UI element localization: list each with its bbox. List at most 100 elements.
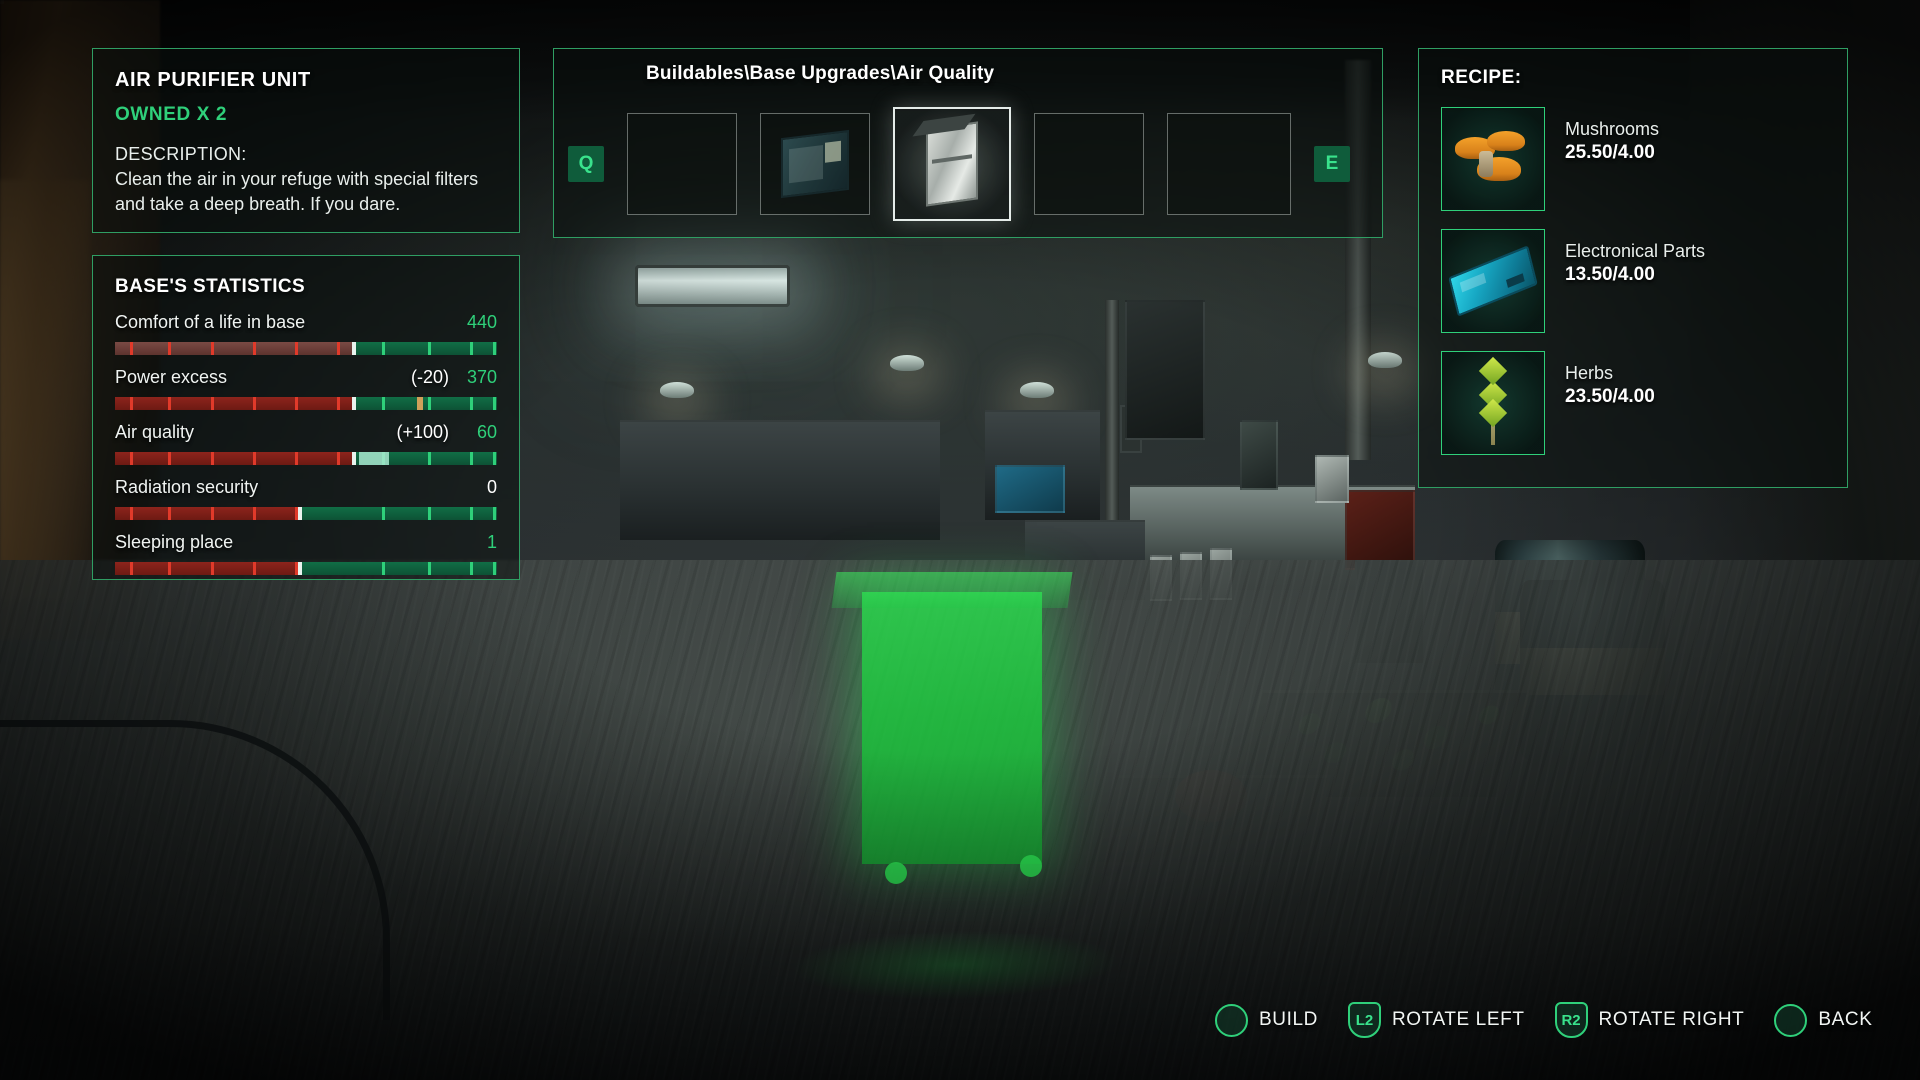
- stat-values: (-20) 370: [411, 367, 497, 388]
- stat-bar-notch: [130, 342, 134, 355]
- stat-value: 370: [466, 367, 497, 387]
- control-hint-label: ROTATE LEFT: [1391, 1009, 1525, 1030]
- recipe-item-amount: 13.50/4.00: [1565, 264, 1655, 285]
- round-button-icon[interactable]: [1774, 1003, 1808, 1037]
- recipe-item-name: Mushrooms: [1565, 119, 1660, 139]
- stat-bar-notch: [210, 562, 214, 575]
- stat-bar-notch: [130, 452, 134, 465]
- stat-bar-notch: [294, 452, 298, 465]
- stat-bar-notch: [130, 562, 134, 575]
- stat-bar-red: [115, 562, 299, 575]
- recipe-item-thumbnail: [1441, 351, 1545, 455]
- stat-bar-notch: [493, 342, 497, 355]
- stat-bar-notch: [428, 562, 432, 575]
- stat-value: 0: [486, 477, 497, 497]
- slot-air-filter-box[interactable]: [760, 113, 870, 215]
- base-statistics-title: BASE'S STATISTICS: [115, 276, 306, 297]
- stat-bar-notch: [470, 342, 474, 355]
- stat-bar-notch: [130, 397, 134, 410]
- stat-row: Sleeping place 1: [115, 532, 497, 575]
- control-hint-label: ROTATE RIGHT: [1598, 1009, 1745, 1030]
- stat-label: Comfort of a life in base: [115, 312, 306, 332]
- stat-row: Radiation security 0: [115, 477, 497, 520]
- stat-bar: [115, 507, 497, 520]
- stat-bar-notch: [252, 397, 256, 410]
- prev-category-key[interactable]: Q: [568, 146, 604, 182]
- stat-bar-current-marker: [351, 452, 356, 465]
- stat-bar-notch: [168, 342, 172, 355]
- buildables-slots: [627, 107, 1291, 221]
- recipe-item: Herbs 23.50/4.00: [1441, 351, 1825, 455]
- stat-bar-green: [298, 507, 497, 520]
- stat-value: 440: [466, 312, 497, 332]
- stat-values: 1: [449, 532, 497, 553]
- stat-bar-notch: [470, 397, 474, 410]
- stat-bar-notch: [428, 342, 432, 355]
- stat-bar-notch: [294, 507, 298, 520]
- trigger-button-icon[interactable]: R2: [1554, 1002, 1588, 1038]
- stat-header: Air quality (+100) 60: [115, 422, 497, 444]
- stat-values: (+100) 60: [396, 422, 497, 443]
- base-statistics-panel: BASE'S STATISTICS Comfort of a life in b…: [92, 255, 520, 580]
- control-hint-label: BUILD: [1259, 1009, 1318, 1030]
- stat-bar-green: [351, 397, 497, 410]
- stat-label: Radiation security: [115, 477, 259, 497]
- recipe-item-amount: 25.50/4.00: [1565, 142, 1655, 163]
- stat-bar-notch: [168, 507, 172, 520]
- recipe-title: RECIPE:: [1441, 67, 1522, 88]
- trigger-button-icon[interactable]: L2: [1347, 1002, 1381, 1038]
- stat-bar-notch: [210, 452, 214, 465]
- control-hint[interactable]: BUILD: [1215, 1003, 1318, 1037]
- recipe-item-text: Electronical Parts 13.50/4.00: [1565, 229, 1705, 286]
- recipe-item-thumbnail: [1441, 107, 1545, 211]
- stat-bar-notch: [336, 397, 340, 410]
- slot-empty-1[interactable]: [627, 113, 737, 215]
- recipe-item-name: Electronical Parts: [1565, 241, 1706, 261]
- control-hint[interactable]: R2 ROTATE RIGHT: [1554, 1002, 1745, 1038]
- stat-bar-notch: [210, 342, 214, 355]
- stat-bar-current-marker: [351, 342, 356, 355]
- control-hint[interactable]: L2 ROTATE LEFT: [1347, 1002, 1525, 1038]
- stat-bar-red: [115, 342, 352, 355]
- stat-header: Power excess (-20) 370: [115, 367, 497, 389]
- buildables-slot-strip: Q E: [554, 107, 1382, 221]
- page-title: AIR PURIFIER UNIT: [115, 69, 311, 91]
- stat-bar-notch: [168, 562, 172, 575]
- stat-bar-green: [351, 342, 497, 355]
- stat-bar-current-marker: [298, 507, 303, 520]
- stat-bar-notch: [294, 397, 298, 410]
- stat-header: Sleeping place 1: [115, 532, 497, 554]
- slot-empty-4[interactable]: [1034, 113, 1144, 215]
- next-category-key[interactable]: E: [1314, 146, 1350, 182]
- stat-bar-notch: [493, 562, 497, 575]
- slot-air-purifier-unit[interactable]: [893, 107, 1011, 221]
- control-hint-label: BACK: [1818, 1009, 1873, 1030]
- recipe-item: Electronical Parts 13.50/4.00: [1441, 229, 1825, 333]
- slot-empty-5[interactable]: [1167, 113, 1291, 215]
- stat-bar-notch: [130, 507, 134, 520]
- stat-bar-red: [115, 507, 299, 520]
- stat-label: Air quality: [115, 422, 195, 442]
- stat-header: Radiation security 0: [115, 477, 497, 499]
- stat-bar-notch: [470, 507, 474, 520]
- stat-bar-notch: [168, 397, 172, 410]
- stat-delta: (-20): [410, 367, 449, 387]
- round-button-icon[interactable]: [1215, 1003, 1248, 1037]
- stat-bar-notch: [252, 342, 256, 355]
- stat-bar-notch: [168, 452, 172, 465]
- stat-bar-notch: [336, 342, 340, 355]
- stat-bar-notch: [252, 562, 256, 575]
- stat-bar-notch: [493, 507, 497, 520]
- stat-bar-notch: [210, 397, 214, 410]
- stat-bar: [115, 562, 497, 575]
- description-text: Clean the air in your refuge with specia…: [115, 169, 479, 214]
- stat-bar-notch: [493, 452, 497, 465]
- control-hint[interactable]: BACK: [1774, 1003, 1873, 1037]
- mushroom-icon: [1453, 131, 1533, 187]
- stat-bar-notch: [428, 397, 432, 410]
- stat-bar: [115, 397, 497, 410]
- stat-bar-pending-marker: [416, 397, 423, 410]
- stat-bar-notch: [252, 507, 256, 520]
- stat-value: 60: [476, 422, 497, 442]
- stat-bar-notch: [294, 562, 298, 575]
